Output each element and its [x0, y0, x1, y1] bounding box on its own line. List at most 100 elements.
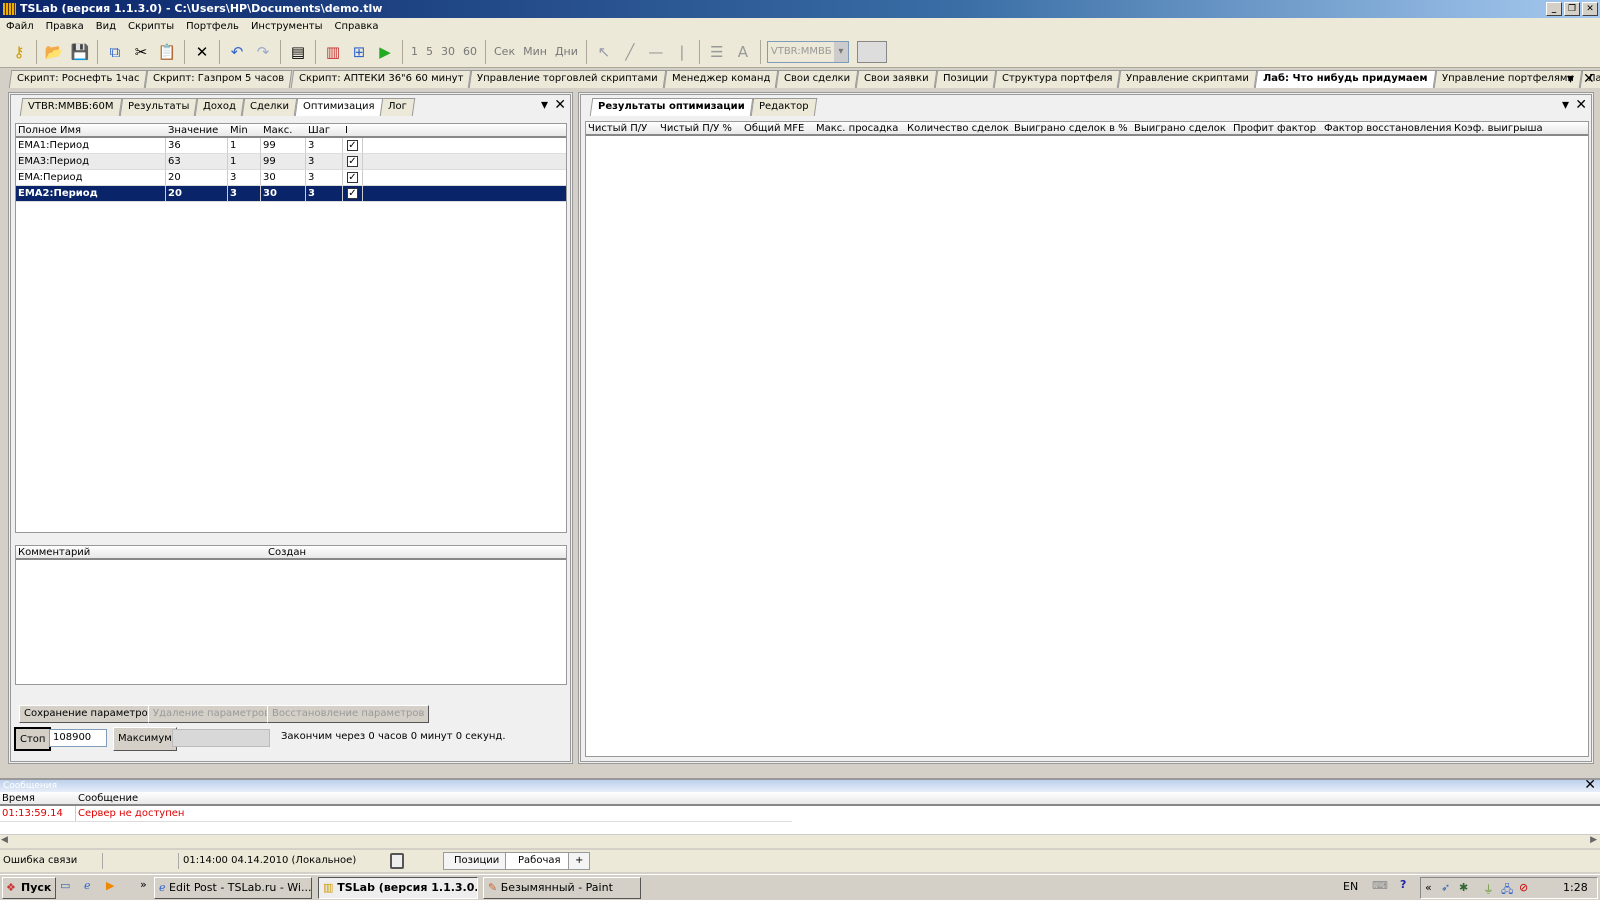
doc-tab[interactable]: Скрипт: АПТЕКИ 36"6 60 минут [290, 70, 472, 88]
col-min[interactable]: Min [228, 124, 261, 136]
menu-edit[interactable]: Правка [46, 18, 84, 36]
col-time[interactable]: Время [0, 792, 76, 804]
enable-checkbox[interactable]: ✓ [347, 156, 358, 167]
save-icon[interactable]: 💾 [69, 41, 91, 63]
messages-close-icon[interactable]: ✕ [1584, 778, 1596, 792]
task-edit-post[interactable]: ℯ Edit Post - TSLab.ru - Wi... [154, 877, 312, 899]
doc-tab-active[interactable]: Лаб: Что нибудь придумаем [1255, 70, 1437, 88]
tabs-menu-icon[interactable]: ▾ [1567, 72, 1574, 86]
close-doc-icon[interactable]: ✕ [1583, 72, 1595, 86]
doc-tab[interactable]: Скрипт: Роснефть 1час [8, 70, 148, 88]
table-row[interactable]: EMA3:Период 63 1 99 3 ✓ [16, 154, 566, 170]
doc-tab[interactable]: Позиции [934, 70, 997, 88]
panel-close-icon[interactable]: ✕ [554, 98, 566, 112]
interval-60[interactable]: 60 [461, 45, 479, 58]
restore-button[interactable]: ❐ [1564, 2, 1580, 16]
color-box[interactable] [856, 40, 887, 63]
properties-icon[interactable]: ▤ [287, 41, 309, 63]
doc-tab[interactable]: Управление портфелями [1433, 70, 1583, 88]
menu-tools[interactable]: Инструменты [251, 18, 323, 36]
maximum-button[interactable]: Максимум [113, 727, 177, 751]
enable-checkbox[interactable]: ✓ [347, 188, 358, 199]
restore-params-button[interactable]: Восстановление параметров [267, 705, 430, 723]
tab-income[interactable]: Доход [194, 98, 245, 116]
start-button[interactable]: ❖ Пуск [2, 877, 57, 899]
col-net-pl[interactable]: Чистый П/У [586, 122, 658, 134]
tab-trades[interactable]: Сделки [241, 98, 298, 116]
menu-portfolio[interactable]: Портфель [186, 18, 239, 36]
play-icon[interactable]: ▶ [374, 41, 396, 63]
power-icon[interactable]: ⏚ [1483, 881, 1494, 897]
minimize-button[interactable]: _ [1546, 2, 1562, 16]
delete-icon[interactable]: ✕ [191, 41, 213, 63]
doc-tab[interactable]: Структура портфеля [993, 70, 1121, 88]
col-max[interactable]: Макс. [261, 124, 306, 136]
interval-1[interactable]: 1 [409, 45, 420, 58]
paste-icon[interactable]: 📋 [156, 41, 178, 63]
unit-days[interactable]: Дни [553, 45, 580, 58]
cut-icon[interactable]: ✂ [130, 41, 152, 63]
workspace-tab-working[interactable]: Рабочая [505, 852, 574, 870]
col-drawdown[interactable]: Макс. просадка [814, 122, 905, 134]
layout-icon[interactable] [390, 853, 404, 869]
doc-tab[interactable]: Свои заявки [855, 70, 938, 88]
desktop-icon[interactable]: ▭ [60, 879, 70, 892]
enable-checkbox[interactable]: ✓ [347, 140, 358, 151]
task-tslab[interactable]: ▥ TSLab (версия 1.1.3.0... [318, 877, 478, 899]
message-row[interactable]: 01:13:59.14 Сервер не доступен [0, 806, 792, 822]
save-params-button[interactable]: Сохранение параметров [19, 705, 159, 723]
col-comment[interactable]: Комментарий [16, 546, 266, 558]
iterations-input[interactable]: 108900 [49, 729, 107, 747]
expand-tray-icon[interactable]: « [1425, 881, 1432, 894]
unit-sec[interactable]: Сек [492, 45, 517, 58]
doc-tab[interactable]: Управление торговлей скриптами [468, 70, 666, 88]
tab-log[interactable]: Лог [380, 98, 416, 116]
menu-help[interactable]: Справка [335, 18, 379, 36]
hline-icon[interactable]: — [645, 41, 667, 63]
cursor-icon[interactable]: ↖ [593, 41, 615, 63]
ie-icon[interactable]: ℯ [84, 879, 91, 892]
key-icon[interactable]: ⚷ [8, 41, 30, 63]
interval-30[interactable]: 30 [439, 45, 457, 58]
close-button[interactable]: ✕ [1582, 2, 1598, 16]
keyboard-icon[interactable]: ⌨ [1372, 879, 1388, 892]
clock[interactable]: 1:28 [1563, 881, 1588, 894]
menu-file[interactable]: Файл [6, 18, 34, 36]
rocket-icon[interactable]: ➶ [1441, 881, 1450, 894]
redo-icon[interactable]: ↷ [252, 41, 274, 63]
menu-scripts[interactable]: Скрипты [128, 18, 174, 36]
panel-menu-icon[interactable]: ▾ [1562, 98, 1569, 112]
bug-icon[interactable]: ✱ [1459, 881, 1468, 894]
levels-icon[interactable]: ☰ [706, 41, 728, 63]
text-icon[interactable]: A [732, 41, 754, 63]
interval-5[interactable]: 5 [424, 45, 435, 58]
more-icon[interactable]: » [140, 878, 147, 891]
col-profit-factor[interactable]: Профит фактор [1231, 122, 1322, 134]
panel-menu-icon[interactable]: ▾ [541, 98, 548, 112]
col-recovery-factor[interactable]: Фактор восстановления [1322, 122, 1452, 134]
horizontal-scrollbar[interactable]: ◀ ▶ [0, 834, 1600, 848]
line-icon[interactable]: ╱ [619, 41, 641, 63]
col-enabled[interactable]: I [343, 124, 363, 136]
col-wins[interactable]: Выиграно сделок [1132, 122, 1231, 134]
col-win-pct[interactable]: Выиграно сделок в % [1012, 122, 1132, 134]
col-name[interactable]: Полное Имя [16, 124, 166, 136]
copy-icon[interactable]: ⧉ [104, 41, 126, 63]
vline-icon[interactable]: | [671, 41, 693, 63]
tab-optimization-results[interactable]: Результаты оптимизации [589, 98, 753, 116]
symbol-select[interactable]: VTBR:MMBБ [766, 40, 849, 63]
open-icon[interactable]: 📂 [43, 41, 65, 63]
col-win-ratio[interactable]: Коэф. выигрыша [1452, 122, 1552, 134]
task-paint[interactable]: ✎ Безымянный - Paint [483, 877, 641, 899]
help-icon[interactable]: ? [1400, 878, 1406, 891]
tab-results[interactable]: Результаты [119, 98, 198, 116]
enable-checkbox[interactable]: ✓ [347, 172, 358, 183]
col-step[interactable]: Шаг [306, 124, 343, 136]
volume-muted-icon[interactable]: ⊘ [1519, 881, 1528, 894]
doc-tab[interactable]: Свои сделки [775, 70, 859, 88]
col-mfe[interactable]: Общий MFE [742, 122, 814, 134]
unit-min[interactable]: Мин [521, 45, 549, 58]
col-message[interactable]: Сообщение [76, 792, 376, 804]
media-icon[interactable]: ▶ [106, 879, 114, 892]
doc-tab[interactable]: Скрипт: Газпром 5 часов [145, 70, 293, 88]
